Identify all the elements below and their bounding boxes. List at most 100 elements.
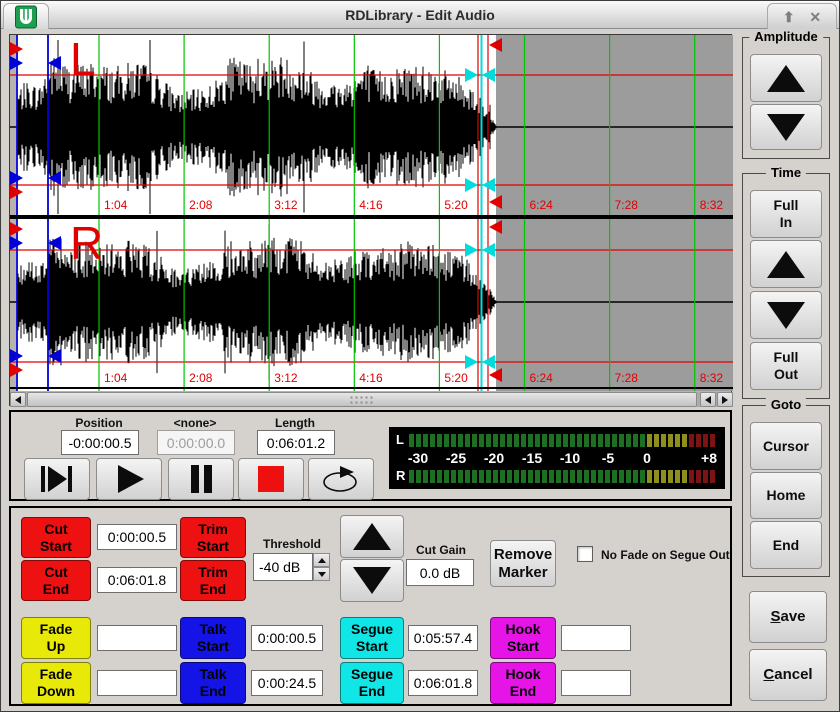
scrollbar-step-left-icon[interactable] bbox=[700, 392, 716, 407]
cue-marker-triangle[interactable] bbox=[482, 68, 495, 82]
goto-end-button[interactable]: End bbox=[750, 521, 822, 569]
talk-start-button[interactable]: Talk Start bbox=[180, 617, 246, 659]
threshold-spinbox[interactable]: -40 dB bbox=[253, 553, 330, 581]
trim-end-button[interactable]: Trim End bbox=[180, 560, 246, 601]
cue-marker-triangle[interactable] bbox=[482, 355, 495, 369]
meter-led-segment bbox=[535, 470, 540, 483]
threshold-value[interactable]: -40 dB bbox=[253, 553, 313, 581]
scrollbar-left-arrow-icon[interactable] bbox=[10, 392, 26, 407]
cue-marker-triangle[interactable] bbox=[48, 349, 61, 363]
position-field[interactable]: -0:00:00.5 bbox=[61, 430, 139, 455]
titlebar[interactable]: RDLibrary - Edit Audio ⬆ ✕ bbox=[1, 1, 839, 29]
cue-marker-triangle[interactable] bbox=[482, 243, 495, 257]
play-from-start-button[interactable] bbox=[24, 458, 90, 500]
stop-button[interactable] bbox=[238, 458, 304, 500]
cue-marker-triangle[interactable] bbox=[489, 220, 502, 234]
time-zoom-out-button[interactable] bbox=[750, 291, 822, 339]
cue-marker-triangle[interactable] bbox=[489, 368, 502, 382]
time-full-out-button[interactable]: Full Out bbox=[750, 342, 822, 390]
cue-marker-triangle[interactable] bbox=[10, 42, 23, 56]
fade-down-field[interactable] bbox=[97, 670, 177, 696]
segue-end-field[interactable]: 0:06:01.8 bbox=[408, 670, 478, 696]
cue-marker-triangle[interactable] bbox=[465, 355, 478, 369]
meter-led-segment bbox=[507, 470, 512, 483]
meter-led-segment bbox=[437, 470, 442, 483]
threshold-spin-up-icon[interactable] bbox=[313, 553, 330, 567]
meter-led-segment bbox=[577, 470, 582, 483]
segue-start-button[interactable]: Segue Start bbox=[340, 617, 404, 659]
goto-cursor-button[interactable]: Cursor bbox=[750, 422, 822, 470]
fade-up-button[interactable]: Fade Up bbox=[21, 617, 91, 659]
close-window-icon[interactable]: ✕ bbox=[809, 10, 821, 24]
talk-end-button[interactable]: Talk End bbox=[180, 662, 246, 704]
cue-marker-triangle[interactable] bbox=[465, 243, 478, 257]
gain-down-button[interactable] bbox=[340, 559, 404, 602]
segue-end-button[interactable]: Segue End bbox=[340, 662, 404, 704]
stop-icon bbox=[251, 462, 291, 496]
time-label: 6:24 bbox=[530, 198, 553, 212]
cue-marker-triangle[interactable] bbox=[10, 222, 23, 236]
no-fade-checkbox[interactable] bbox=[577, 546, 593, 562]
cue-marker-triangle[interactable] bbox=[10, 236, 23, 250]
meter-scale-label: -10 bbox=[560, 450, 580, 466]
hook-end-button[interactable]: Hook End bbox=[490, 662, 556, 704]
cue-marker-triangle[interactable] bbox=[48, 56, 61, 70]
scrollbar-thumb[interactable] bbox=[27, 392, 697, 407]
shade-window-icon[interactable]: ⬆ bbox=[783, 10, 795, 24]
channel-label-left: L bbox=[70, 35, 96, 83]
cut-start-field[interactable]: 0:00:00.5 bbox=[97, 524, 177, 550]
amplitude-down-button[interactable] bbox=[750, 104, 822, 150]
time-full-in-button[interactable]: Full In bbox=[750, 190, 822, 238]
cut-start-button[interactable]: Cut Start bbox=[21, 517, 91, 558]
time-label: 3:12 bbox=[274, 198, 297, 212]
save-button[interactable]: Save bbox=[749, 591, 827, 643]
cue-marker-triangle[interactable] bbox=[10, 349, 23, 363]
waveform-scrollbar[interactable] bbox=[10, 392, 733, 407]
time-label: 8:32 bbox=[700, 198, 723, 212]
meter-led-segment bbox=[472, 434, 477, 447]
threshold-spin-down-icon[interactable] bbox=[313, 567, 330, 581]
waveform-right-channel[interactable]: R 1:042:083:124:165:206:247:288:32 bbox=[10, 219, 733, 391]
cue-marker-triangle[interactable] bbox=[10, 363, 23, 377]
fade-down-button[interactable]: Fade Down bbox=[21, 662, 91, 704]
cancel-button[interactable]: Cancel bbox=[749, 649, 827, 701]
scrollbar-step-right-icon[interactable] bbox=[717, 392, 733, 407]
cue-marker-triangle[interactable] bbox=[489, 38, 502, 52]
cue-marker-triangle[interactable] bbox=[48, 171, 61, 185]
pause-button[interactable] bbox=[168, 458, 234, 500]
trim-start-button[interactable]: Trim Start bbox=[180, 517, 246, 558]
cue-marker-triangle[interactable] bbox=[10, 185, 23, 199]
amplitude-group: Amplitude bbox=[742, 37, 830, 159]
cue-marker-triangle[interactable] bbox=[465, 178, 478, 192]
hook-start-field[interactable] bbox=[561, 625, 631, 651]
amplitude-up-button[interactable] bbox=[750, 54, 822, 102]
remove-marker-button[interactable]: Remove Marker bbox=[490, 540, 556, 587]
waveform-left-channel[interactable]: L 1:042:083:124:165:206:247:288:32 bbox=[10, 35, 733, 215]
cue-marker-triangle[interactable] bbox=[10, 171, 23, 185]
loop-button[interactable] bbox=[308, 458, 374, 500]
cue-marker-triangle[interactable] bbox=[10, 56, 23, 70]
hook-end-field[interactable] bbox=[561, 670, 631, 696]
segue-start-field[interactable]: 0:05:57.4 bbox=[408, 625, 478, 651]
meter-led-segment bbox=[521, 434, 526, 447]
cut-gain-field[interactable]: 0.0 dB bbox=[406, 559, 474, 586]
gain-up-button[interactable] bbox=[340, 515, 404, 558]
cue-marker-triangle[interactable] bbox=[489, 195, 502, 209]
meter-led-segment bbox=[591, 434, 596, 447]
meter-led-segment bbox=[612, 434, 617, 447]
play-button[interactable] bbox=[96, 458, 162, 500]
talk-end-field[interactable]: 0:00:24.5 bbox=[251, 670, 323, 696]
meter-led-segment bbox=[570, 470, 575, 483]
cue-marker-triangle[interactable] bbox=[482, 178, 495, 192]
cut-end-button[interactable]: Cut End bbox=[21, 560, 91, 601]
talk-start-field[interactable]: 0:00:00.5 bbox=[251, 625, 323, 651]
fade-up-field[interactable] bbox=[97, 625, 177, 651]
length-field[interactable]: 0:06:01.2 bbox=[257, 430, 335, 455]
time-zoom-in-button[interactable] bbox=[750, 240, 822, 288]
meter-led-segment bbox=[556, 434, 561, 447]
hook-start-button[interactable]: Hook Start bbox=[490, 617, 556, 659]
goto-home-button[interactable]: Home bbox=[750, 472, 822, 519]
cue-marker-triangle[interactable] bbox=[465, 68, 478, 82]
cut-end-field[interactable]: 0:06:01.8 bbox=[97, 567, 177, 593]
cue-marker-triangle[interactable] bbox=[48, 236, 61, 250]
